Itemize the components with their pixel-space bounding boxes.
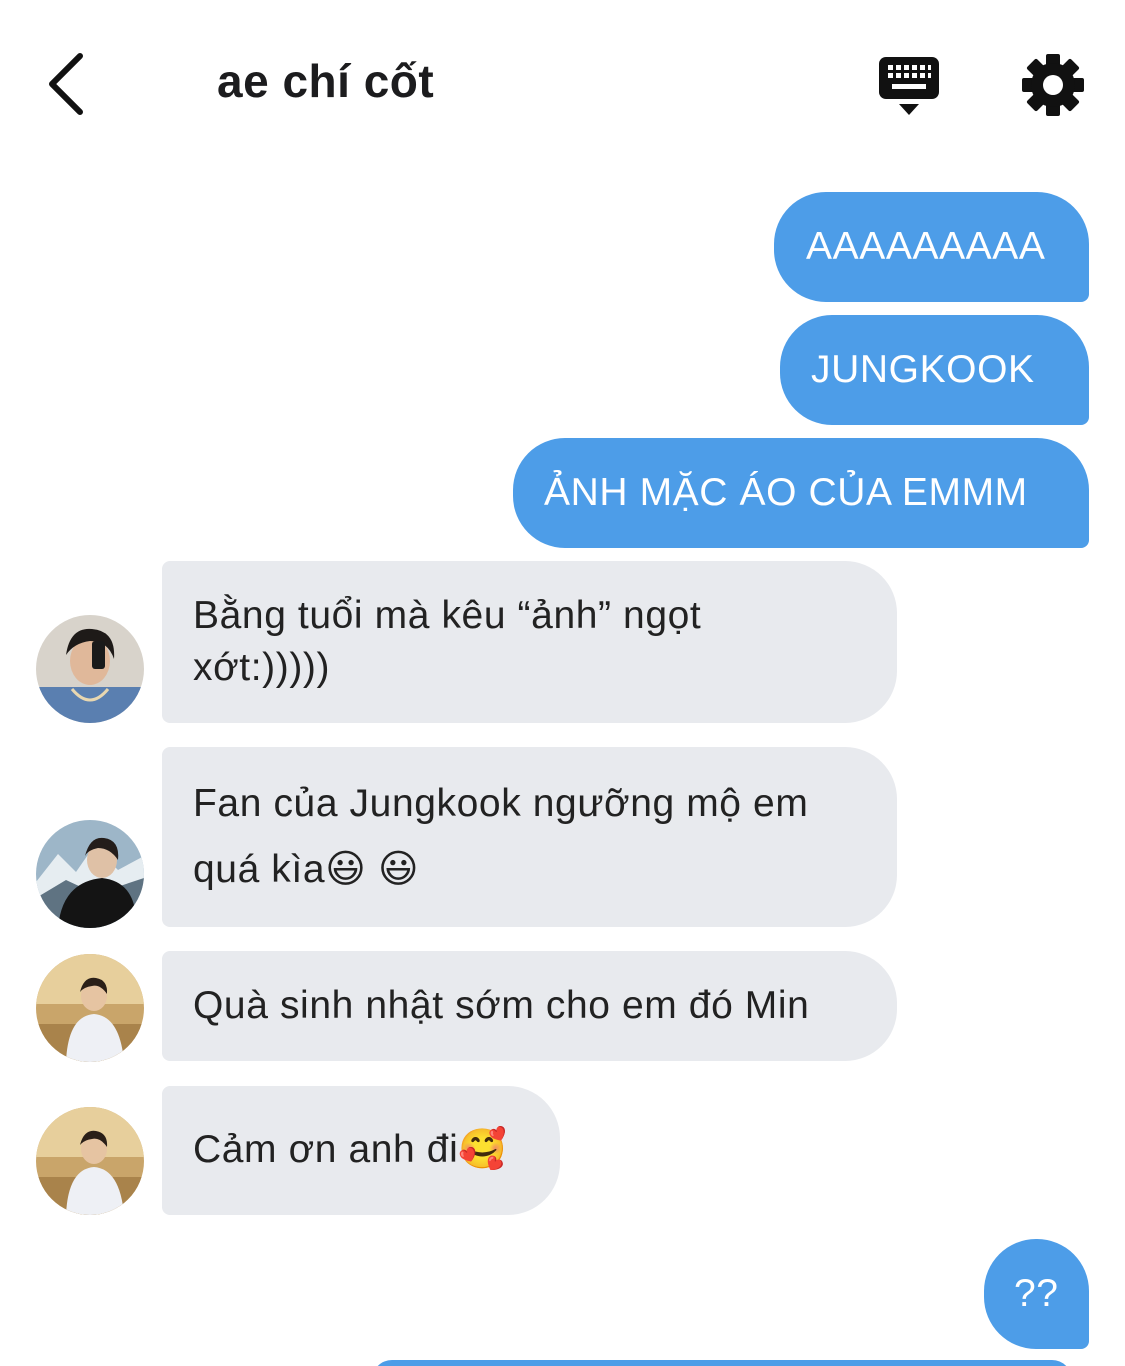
message-line: quá kìa😃 😃	[193, 848, 420, 891]
outgoing-message[interactable]: JUNGKOOK	[780, 315, 1089, 425]
message-text: ??	[1014, 1271, 1059, 1315]
outgoing-message[interactable]: ??	[984, 1239, 1089, 1349]
conversation-title: ae chí cốt	[217, 55, 435, 107]
message-text: ẢNH MẶC ÁO CỦA EMMM	[544, 470, 1028, 514]
incoming-message[interactable]: Fan của Jungkook ngưỡng mộ em quá kìa😃 😃	[162, 747, 897, 927]
chat-screen: ae chí cốt AAAAAAAAA JUNGKOOK ẢNH MẶC ÁO…	[0, 0, 1125, 1366]
avatar[interactable]	[36, 1107, 144, 1215]
message-line: xớt:)))))	[193, 646, 331, 689]
message-text: JUNGKOOK	[811, 347, 1035, 391]
avatar[interactable]	[36, 954, 144, 1062]
avatar-photo	[36, 954, 144, 1062]
message-text: AAAAAAAAA	[806, 224, 1046, 268]
message-line: Bằng tuổi mà kêu “ảnh” ngọt	[193, 594, 702, 637]
incoming-message[interactable]: Cảm ơn anh đi🥰	[162, 1086, 560, 1215]
message-text: Cảm ơn anh đi🥰	[193, 1128, 508, 1172]
message-line: Fan của Jungkook ngưỡng mộ em	[193, 782, 809, 825]
message-text: Bằng tuổi mà kêu “ảnh” ngọt xớt:)))))	[193, 590, 701, 694]
avatar-photo	[36, 1107, 144, 1215]
outgoing-message[interactable]: ẢNH MẶC ÁO CỦA EMMM	[513, 438, 1089, 548]
message-text: Quà sinh nhật sớm cho em đó Min	[193, 983, 810, 1027]
outgoing-message[interactable]: AAAAAAAAA	[774, 192, 1089, 302]
incoming-message[interactable]: Quà sinh nhật sớm cho em đó Min	[162, 951, 897, 1061]
gear-icon	[1022, 54, 1084, 116]
incoming-message[interactable]: Bằng tuổi mà kêu “ảnh” ngọt xớt:)))))	[162, 561, 897, 723]
avatar[interactable]	[36, 615, 144, 723]
keyboard-toggle-button[interactable]	[876, 54, 942, 120]
back-button[interactable]	[38, 48, 98, 120]
settings-button[interactable]	[1020, 52, 1086, 118]
chevron-left-icon	[49, 53, 83, 115]
keyboard-icon	[879, 57, 939, 115]
avatar[interactable]	[36, 820, 144, 928]
avatar-photo	[36, 820, 144, 928]
chat-header: ae chí cốt	[0, 0, 1125, 170]
avatar-photo	[36, 615, 144, 723]
outgoing-message-partial	[372, 1360, 1072, 1366]
message-text: Fan của Jungkook ngưỡng mộ em quá kìa😃 😃	[193, 771, 808, 903]
